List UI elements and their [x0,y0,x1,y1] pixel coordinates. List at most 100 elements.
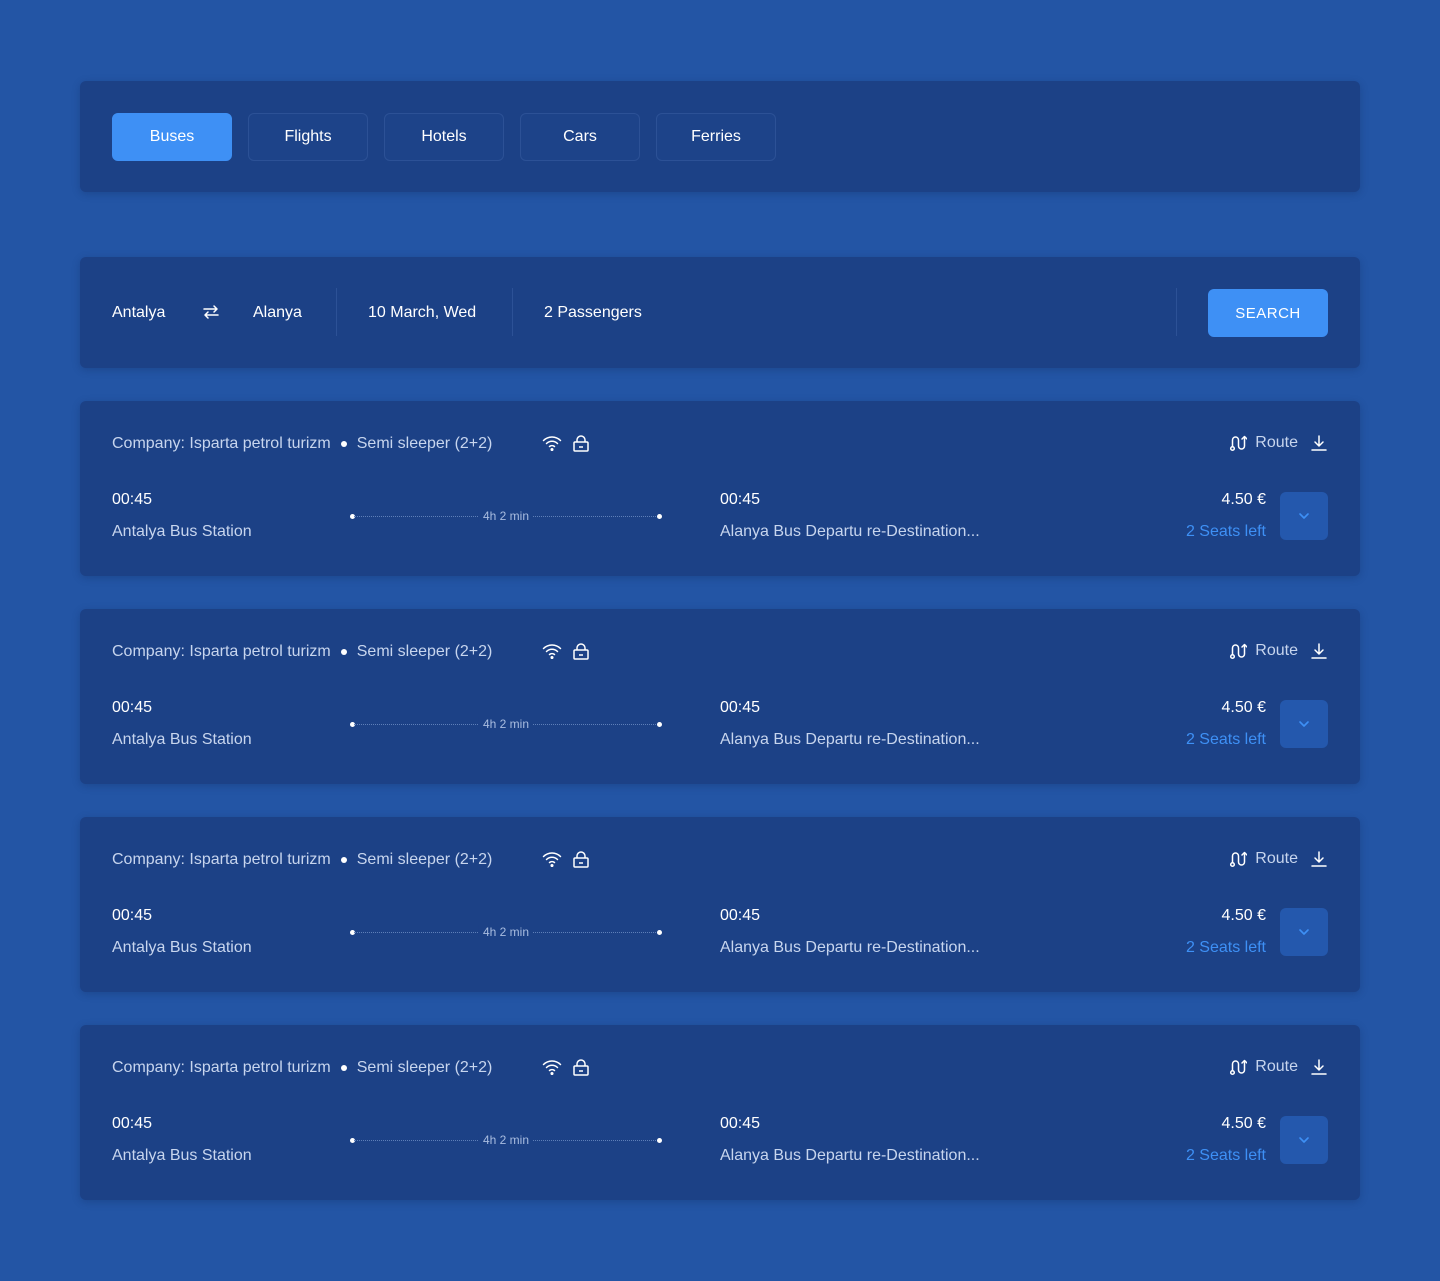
route-label[interactable]: Route [1255,642,1298,660]
seat-type: Semi sleeper (2+2) [356,1059,493,1076]
transport-tabs-panel: Buses Flights Hotels Cars Ferries [80,81,1360,192]
seats-left: 2 Seats left [1185,731,1266,748]
trip-duration: 4h 2 min [478,509,534,523]
wifi-icon [542,644,562,660]
download-icon[interactable] [1310,1058,1328,1076]
trip-duration: 4h 2 min [478,925,534,939]
expand-button[interactable] [1280,492,1328,540]
chevron-down-icon [1299,721,1309,727]
chevron-down-icon [1299,1137,1309,1143]
separator-dot [340,1065,347,1071]
ticket-price: 4.50 € [1221,907,1266,924]
tab-flights[interactable]: Flights [248,113,368,161]
seat-type: Semi sleeper (2+2) [356,435,493,452]
route-icon [1230,851,1248,868]
result-card: Company: Isparta petrol turizm Semi slee… [80,817,1360,992]
route-icon [1230,1059,1248,1076]
result-card: Company: Isparta petrol turizm Semi slee… [80,401,1360,576]
company-info: Company: Isparta petrol turizm Semi slee… [112,1059,492,1077]
route-link[interactable]: Route [1229,434,1328,452]
tab-hotels[interactable]: Hotels [384,113,504,161]
amenities [542,1058,590,1076]
ticket-price: 4.50 € [1221,1115,1266,1132]
separator-dot [340,649,347,655]
expand-button[interactable] [1280,908,1328,956]
timeline-end-dot [657,930,662,935]
amenities [542,850,590,868]
date-field[interactable]: 10 March, Wed [368,257,476,368]
passengers-field[interactable]: 2 Passengers [544,257,642,368]
departure-time: 00:45 [112,699,153,716]
route-link[interactable]: Route [1229,1058,1328,1076]
search-bar: Antalya Alanya 10 March, Wed 2 Passenger… [80,257,1360,368]
trip-duration: 4h 2 min [478,717,534,731]
separator-dot [340,441,347,447]
route-label[interactable]: Route [1255,1058,1298,1076]
seats-left: 2 Seats left [1185,1147,1266,1164]
trip-duration: 4h 2 min [478,1133,534,1147]
wifi-icon [542,1060,562,1076]
expand-button[interactable] [1280,700,1328,748]
company-name: Company: Isparta petrol turizm [112,1059,331,1076]
search-divider [1176,288,1177,336]
arrival-time: 00:45 [720,907,761,924]
arrival-station: Alanya Bus Departu re-Destination... [720,731,980,748]
download-icon[interactable] [1310,642,1328,660]
tab-buses[interactable]: Buses [112,113,232,161]
arrival-time: 00:45 [720,1115,761,1132]
expand-button[interactable] [1280,1116,1328,1164]
timeline-end-dot [657,722,662,727]
company-info: Company: Isparta petrol turizm Semi slee… [112,851,492,869]
search-button[interactable]: SEARCH [1208,289,1328,337]
result-card: Company: Isparta petrol turizm Semi slee… [80,609,1360,784]
search-divider [512,288,513,336]
tab-ferries[interactable]: Ferries [656,113,776,161]
ticket-price: 4.50 € [1221,699,1266,716]
route-label[interactable]: Route [1255,434,1298,452]
company-info: Company: Isparta petrol turizm Semi slee… [112,435,492,453]
trip-timeline: 4h 2 min [350,1133,662,1147]
departure-station: Antalya Bus Station [112,731,252,748]
ticket-price: 4.50 € [1221,491,1266,508]
route-link[interactable]: Route [1229,642,1328,660]
from-field[interactable]: Antalya [112,257,165,368]
lock-icon [573,1059,589,1076]
arrival-station: Alanya Bus Departu re-Destination... [720,523,980,540]
wifi-icon [542,436,562,452]
tab-cars[interactable]: Cars [520,113,640,161]
trip-timeline: 4h 2 min [350,925,662,939]
lock-icon [573,435,589,452]
company-name: Company: Isparta petrol turizm [112,851,331,868]
departure-time: 00:45 [112,1115,153,1132]
timeline-end-dot [657,514,662,519]
route-icon [1230,643,1248,660]
separator-dot [340,857,347,863]
trip-timeline: 4h 2 min [350,509,662,523]
download-icon[interactable] [1310,850,1328,868]
swap-arrows-icon[interactable] [202,303,220,321]
chevron-down-icon [1299,513,1309,519]
seats-left: 2 Seats left [1185,939,1266,956]
company-name: Company: Isparta petrol turizm [112,435,331,452]
company-name: Company: Isparta petrol turizm [112,643,331,660]
to-field[interactable]: Alanya [253,257,302,368]
departure-station: Antalya Bus Station [112,939,252,956]
seats-left: 2 Seats left [1185,523,1266,540]
bus-search-page: Buses Flights Hotels Cars Ferries Antaly… [0,0,1440,1281]
amenities [542,642,590,660]
route-icon [1230,435,1248,452]
timeline-end-dot [657,1138,662,1143]
departure-time: 00:45 [112,907,153,924]
departure-time: 00:45 [112,491,153,508]
search-divider [336,288,337,336]
route-label[interactable]: Route [1255,850,1298,868]
arrival-station: Alanya Bus Departu re-Destination... [720,939,980,956]
download-icon[interactable] [1310,434,1328,452]
arrival-station: Alanya Bus Departu re-Destination... [720,1147,980,1164]
departure-station: Antalya Bus Station [112,1147,252,1164]
wifi-icon [542,852,562,868]
seat-type: Semi sleeper (2+2) [356,643,493,660]
route-link[interactable]: Route [1229,850,1328,868]
lock-icon [573,643,589,660]
lock-icon [573,851,589,868]
